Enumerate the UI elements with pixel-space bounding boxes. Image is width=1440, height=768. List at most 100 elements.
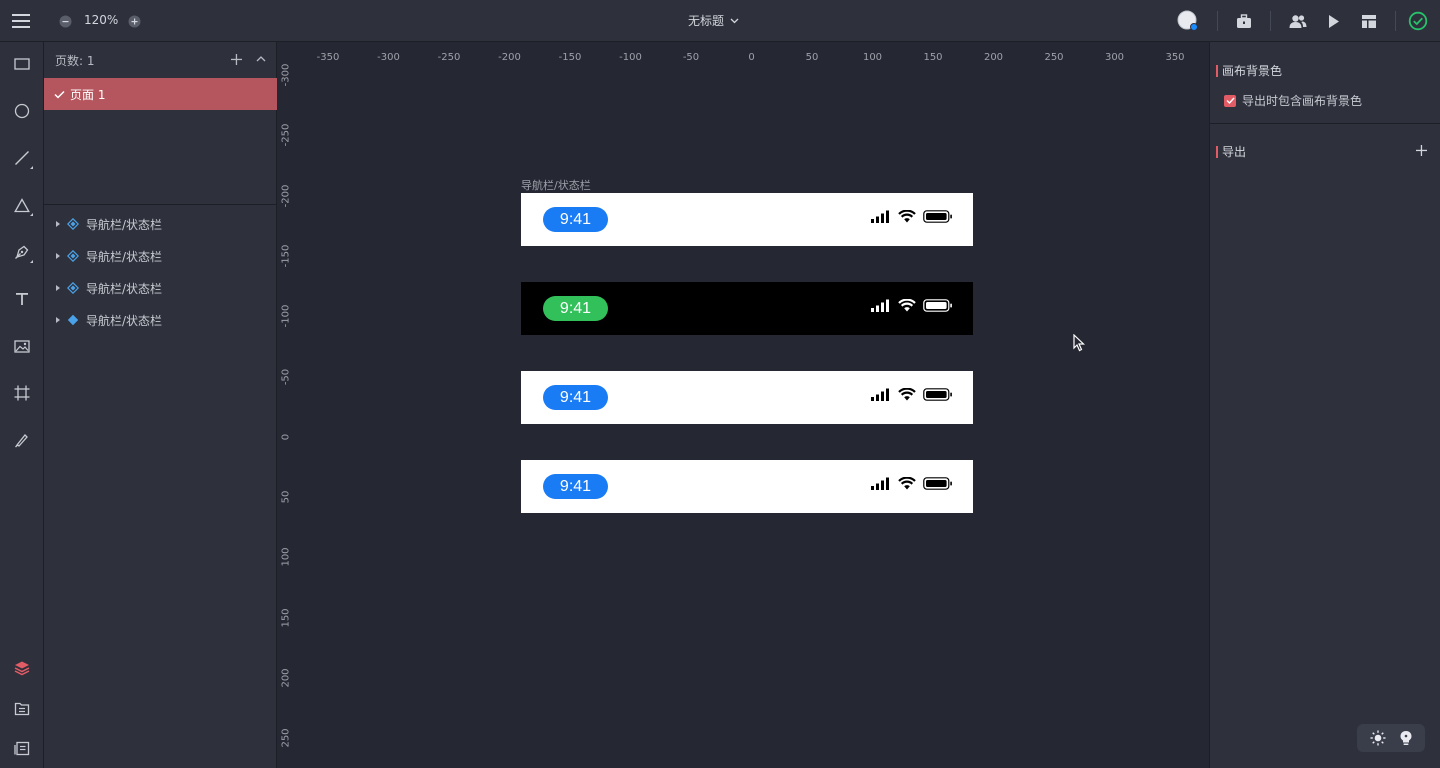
design-canvas[interactable]: -350 -300 -250 -200 -150 -100 -50 0 50 100 150 200 2… [278,42,1209,768]
ruler-tick-label: -200 [498,52,521,63]
top-toolbar: 120% 无标题 [0,0,1440,42]
ruler-tick-label: 250 [1044,52,1064,63]
zoom-level[interactable]: 120% [84,13,118,27]
submenu-indicator-icon [30,166,33,169]
layer-item[interactable]: 导航栏/状态栏 [44,272,277,304]
tool-rail [0,42,44,768]
layer-item[interactable]: 导航栏/状态栏 [44,304,277,336]
menu-icon[interactable] [10,10,32,32]
ruler-tick-label: -300 [280,63,292,87]
submenu-indicator-icon [30,213,33,216]
pen-tool-icon[interactable] [8,238,36,266]
panel-divider [1210,123,1440,124]
check-icon [54,90,65,99]
wifi-icon [898,299,916,312]
inspector-panel: 画布背景色 导出时包含画布背景色 导出 [1209,42,1440,768]
avatar[interactable] [1177,10,1199,32]
status-bar-frame[interactable]: 9:41 [521,460,973,513]
ruler-tick-label: 350 [1165,52,1185,63]
layout-icon[interactable] [1360,12,1378,30]
add-export-button[interactable] [1414,143,1428,157]
wifi-icon [898,210,916,223]
submenu-indicator-icon [30,260,33,263]
signal-icon [871,210,889,223]
expand-caret-icon[interactable] [56,317,60,323]
ellipse-tool-icon[interactable] [8,97,36,125]
signal-icon [871,477,889,490]
expand-caret-icon[interactable] [56,253,60,259]
components-icon[interactable] [8,734,36,762]
tips-lightbulb-icon[interactable] [1399,730,1413,746]
ruler-tick-label: 50 [805,52,819,63]
triangle-tool-icon[interactable] [8,191,36,219]
chevron-down-icon [730,18,739,23]
include-bg-checkbox-row[interactable]: 导出时包含画布背景色 [1224,92,1362,109]
ruler-tick-label: 200 [983,52,1004,63]
ruler-tick-label: -300 [377,52,400,63]
include-bg-label: 导出时包含画布背景色 [1242,94,1363,108]
expand-caret-icon[interactable] [56,221,60,227]
horizontal-ruler: -350 -300 -250 -200 -150 -100 -50 0 50 100 150 200 2… [278,42,1209,70]
frame-label[interactable]: 导航栏/状态栏 [521,177,591,193]
status-icons [871,210,953,223]
ruler-tick-label: -350 [316,52,340,63]
rectangle-tool-icon[interactable] [8,50,36,78]
time-pill: 9:41 [543,207,608,232]
layers-icon[interactable] [8,654,36,682]
page-item-active[interactable]: 页面 1 [44,78,277,110]
sync-ok-icon[interactable] [1407,10,1429,32]
add-page-button[interactable] [229,52,243,66]
time-pill: 9:41 [543,385,608,410]
ruler-tick-label: 200 [280,668,292,688]
line-tool-icon[interactable] [8,144,36,172]
expand-caret-icon[interactable] [56,285,60,291]
ruler-tick-label: 0 [280,433,292,440]
ruler-tick-label: -150 [558,52,582,63]
include-bg-checkbox[interactable] [1224,94,1236,107]
toolbar-separator [1270,11,1271,31]
layer-item[interactable]: 导航栏/状态栏 [44,240,277,272]
pages-header: 页数: 1 [44,42,277,76]
image-tool-icon[interactable] [8,332,36,360]
slice-tool-icon[interactable] [8,426,36,454]
symbol-instance-icon [67,218,79,230]
signal-icon [871,388,889,401]
artboard-tool-icon[interactable] [8,379,36,407]
toolbox-icon[interactable] [1235,12,1253,30]
layer-item[interactable]: 导航栏/状态栏 [44,208,277,240]
zoom-in-button[interactable] [127,14,141,28]
text-tool-icon[interactable] [8,285,36,313]
layer-label: 导航栏/状态栏 [86,217,163,232]
status-bar-frame[interactable]: 9:41 [521,282,973,335]
document-title[interactable]: 无标题 [688,12,739,29]
ruler-tick-label: -250 [280,123,292,147]
ruler-tick-label: 0 [748,52,755,63]
panel-divider [44,204,277,205]
ruler-tick-label: -200 [280,184,292,207]
time-pill: 9:41 [543,474,608,499]
section-title: 画布背景色 [1222,64,1283,78]
battery-icon [923,477,952,490]
ruler-tick-label: 100 [862,52,883,63]
play-icon[interactable] [1326,12,1342,30]
layer-label: 导航栏/状态栏 [86,249,163,264]
assets-icon[interactable] [8,694,36,722]
theme-toggle-icon[interactable] [1370,730,1386,746]
battery-icon [923,388,952,401]
status-bar-frame[interactable]: 9:41 [521,193,973,246]
status-bar-frame[interactable]: 9:41 [521,371,973,424]
zoom-out-button[interactable] [58,14,72,28]
collapse-pages-button[interactable] [254,52,268,66]
ruler-tick-label: -50 [682,52,700,63]
wifi-icon [898,477,916,490]
status-icons [871,388,953,401]
ruler-tick-label: -100 [280,304,292,328]
layer-label: 导航栏/状态栏 [86,313,163,328]
section-accent-bar [1216,145,1218,158]
toolbar-separator [1217,11,1218,31]
ruler-tick-label: -250 [437,52,461,63]
mouse-cursor-icon [1073,333,1086,356]
ruler-tick-label: 250 [280,728,292,748]
collaborators-icon[interactable] [1288,12,1308,30]
ruler-tick-label: 150 [923,52,943,63]
